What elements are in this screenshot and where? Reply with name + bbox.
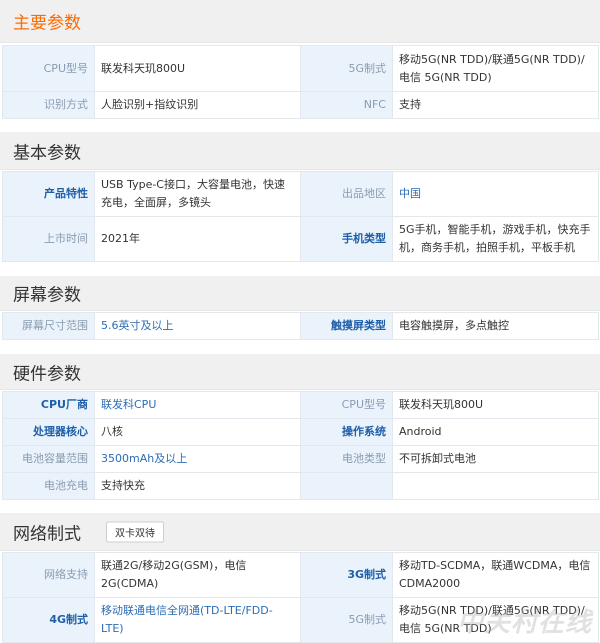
dual-sim-badge[interactable]: 双卡双待 [106, 521, 164, 542]
spec-value: 联发科天玑800U [94, 45, 301, 92]
table-row: CPU型号 联发科天玑800U 5G制式 移动5G(NR TDD)/联通5G(N… [2, 45, 599, 92]
spec-table-basic: 产品特性 USB Type-C接口，大容量电池，快速充电，全面屏，多镜头 出品地… [2, 171, 599, 262]
spec-label: 上市时间 [2, 216, 95, 262]
spec-value-empty [392, 472, 599, 500]
spec-value: 支持快充 [94, 472, 301, 500]
spec-label: 网络支持 [2, 552, 95, 598]
spec-label: 5G制式 [300, 597, 393, 643]
spec-value: 5G手机，智能手机，游戏手机，快充手机，商务手机，拍照手机，平板手机 [392, 216, 599, 262]
spec-value-link[interactable]: 联发科CPU [94, 391, 301, 419]
section-title-main: 主要参数 [13, 13, 81, 34]
spec-table-screen: 屏幕尺寸范围 5.6英寸及以上 触摸屏类型 电容触摸屏，多点触控 [2, 312, 599, 340]
section-title-screen: 屏幕参数 [13, 285, 81, 306]
spec-label: NFC [300, 91, 393, 119]
spec-label: 操作系统 [300, 418, 393, 446]
spec-value: 八核 [94, 418, 301, 446]
spec-label: 出品地区 [300, 171, 393, 217]
section-header-network: 网络制式 双卡双待 [0, 513, 600, 551]
spec-label: 电池容量范围 [2, 445, 95, 473]
spec-value: 不可拆卸式电池 [392, 445, 599, 473]
spec-value: 联通2G/移动2G(GSM)，电信2G(CDMA) [94, 552, 301, 598]
spec-value: 联发科天玑800U [392, 391, 599, 419]
spec-label: CPU型号 [300, 391, 393, 419]
spec-value: 人脸识别+指纹识别 [94, 91, 301, 119]
spec-label: 识别方式 [2, 91, 95, 119]
section-header-hardware: 硬件参数 [0, 354, 600, 390]
spec-label: 4G制式 [2, 597, 95, 643]
spec-value-link[interactable]: 3500mAh及以上 [94, 445, 301, 473]
spec-value: 支持 [392, 91, 599, 119]
spec-value: Android [392, 418, 599, 446]
section-header-basic: 基本参数 [0, 132, 600, 170]
section-title-network: 网络制式 [13, 524, 81, 544]
spec-label: 处理器核心 [2, 418, 95, 446]
table-row: 产品特性 USB Type-C接口，大容量电池，快速充电，全面屏，多镜头 出品地… [2, 171, 599, 217]
spec-value-link[interactable]: 5.6英寸及以上 [94, 312, 301, 340]
spec-label: 5G制式 [300, 45, 393, 92]
spec-table-hardware: CPU厂商 联发科CPU CPU型号 联发科天玑800U 处理器核心 八核 操作… [2, 391, 599, 500]
section-header-screen: 屏幕参数 [0, 276, 600, 311]
spec-label: 手机类型 [300, 216, 393, 262]
spec-label: 产品特性 [2, 171, 95, 217]
table-row: 处理器核心 八核 操作系统 Android [2, 418, 599, 446]
spec-value: 移动5G(NR TDD)/联通5G(NR TDD)/电信 5G(NR TDD) [392, 45, 599, 92]
table-row: 识别方式 人脸识别+指纹识别 NFC 支持 [2, 91, 599, 119]
spec-label: 3G制式 [300, 552, 393, 598]
table-row: 屏幕尺寸范围 5.6英寸及以上 触摸屏类型 电容触摸屏，多点触控 [2, 312, 599, 340]
section-header-main: 主要参数 [0, 0, 600, 43]
spec-table-main: CPU型号 联发科天玑800U 5G制式 移动5G(NR TDD)/联通5G(N… [2, 45, 599, 119]
spec-label: CPU型号 [2, 45, 95, 92]
spec-label: CPU厂商 [2, 391, 95, 419]
spec-label: 屏幕尺寸范围 [2, 312, 95, 340]
spec-value: 2021年 [94, 216, 301, 262]
table-row: 上市时间 2021年 手机类型 5G手机，智能手机，游戏手机，快充手机，商务手机… [2, 216, 599, 262]
table-row: CPU厂商 联发科CPU CPU型号 联发科天玑800U [2, 391, 599, 419]
spec-value-link[interactable]: 移动联通电信全网通(TD-LTE/FDD-LTE) [94, 597, 301, 643]
spec-value: 电容触摸屏，多点触控 [392, 312, 599, 340]
section-title-basic: 基本参数 [13, 143, 81, 163]
site-watermark: 中关村在线 [456, 608, 592, 638]
spec-label-empty [300, 472, 393, 500]
spec-label: 电池类型 [300, 445, 393, 473]
spec-value: 移动TD-SCDMA，联通WCDMA，电信CDMA2000 [392, 552, 599, 598]
spec-label: 触摸屏类型 [300, 312, 393, 340]
table-row: 网络支持 联通2G/移动2G(GSM)，电信2G(CDMA) 3G制式 移动TD… [2, 552, 599, 598]
spec-label: 电池充电 [2, 472, 95, 500]
spec-value: USB Type-C接口，大容量电池，快速充电，全面屏，多镜头 [94, 171, 301, 217]
spec-value-link[interactable]: 中国 [392, 171, 599, 217]
table-row: 电池容量范围 3500mAh及以上 电池类型 不可拆卸式电池 [2, 445, 599, 473]
section-title-hardware: 硬件参数 [13, 364, 81, 384]
table-row: 电池充电 支持快充 [2, 472, 599, 500]
